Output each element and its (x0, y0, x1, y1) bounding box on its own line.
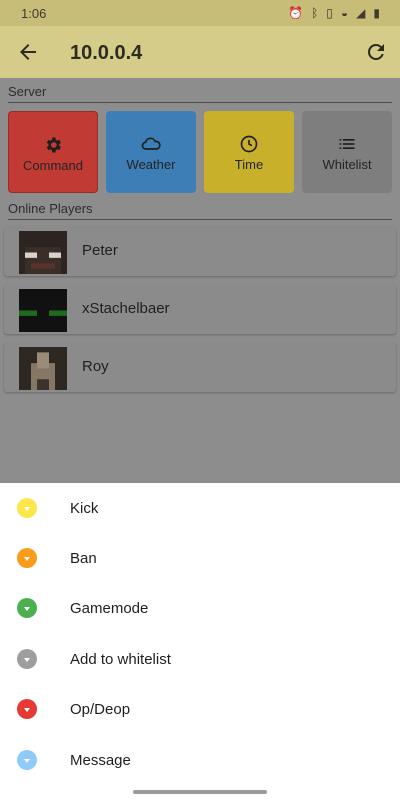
players-section-label: Online Players (8, 201, 93, 216)
op-deop-chevron-icon (17, 699, 37, 719)
arrow-back-icon[interactable] (16, 40, 40, 64)
status-icons: ⏰ ᛒ ▯ ◒ ◢ ▮ (288, 6, 380, 20)
player-avatar (19, 347, 67, 390)
player-avatar (19, 231, 67, 274)
message-label: Message (70, 752, 131, 769)
gear-icon (46, 137, 61, 153)
add-to-whitelist-label: Add to whitelist (70, 651, 171, 668)
whitelist-tile-label: Whitelist (322, 157, 372, 172)
command-tile-label: Command (23, 158, 83, 173)
player-row[interactable]: Roy (4, 343, 396, 392)
bluetooth-icon: ᛒ (311, 6, 319, 20)
wifi-icon: ◒ (340, 6, 349, 20)
refresh-icon[interactable] (364, 40, 388, 64)
list-icon (339, 139, 355, 149)
player-row[interactable]: xStachelbaer (4, 285, 396, 334)
signal-icon: ◢ (356, 6, 366, 20)
app-bar: 10.0.0.4 (0, 26, 400, 78)
player-name: Roy (82, 358, 109, 375)
alarm-icon: ⏰ (288, 6, 304, 20)
message-chevron-icon (17, 750, 37, 770)
whitelist-tile[interactable]: Whitelist (302, 111, 392, 193)
clock-icon (240, 135, 258, 153)
time-tile-label: Time (234, 157, 264, 172)
player-avatar (19, 289, 67, 332)
vibrate-icon: ▯ (326, 6, 333, 20)
player-actions-sheet: Kick Ban Gamemode Add to whitelist Op/De… (0, 483, 400, 800)
gamemode-action[interactable]: Gamemode (0, 583, 400, 633)
ban-label: Ban (70, 550, 97, 567)
whitelist-chevron-icon (17, 649, 37, 669)
kick-chevron-icon (17, 498, 37, 518)
op-deop-label: Op/Deop (70, 701, 131, 718)
command-tile[interactable]: Command (8, 111, 98, 193)
weather-tile-label: Weather (126, 157, 176, 172)
battery-icon: ▮ (373, 6, 380, 20)
server-section-label: Server (8, 84, 47, 99)
cloud-icon (141, 137, 161, 150)
ban-action[interactable]: Ban (0, 533, 400, 583)
kick-action[interactable]: Kick (0, 483, 400, 533)
time-tile[interactable]: Time (204, 111, 294, 193)
players-divider (8, 219, 392, 220)
weather-tile[interactable]: Weather (106, 111, 196, 193)
kick-label: Kick (70, 500, 99, 517)
op-deop-action[interactable]: Op/Deop (0, 684, 400, 734)
player-name: xStachelbaer (82, 300, 170, 317)
player-row[interactable]: Peter (4, 227, 396, 276)
server-divider (8, 102, 392, 103)
gesture-nav-handle[interactable] (133, 790, 267, 794)
page-title: 10.0.0.4 (70, 42, 143, 64)
ban-chevron-icon (17, 548, 37, 568)
status-time: 1:06 (21, 6, 47, 21)
add-to-whitelist-action[interactable]: Add to whitelist (0, 634, 400, 684)
player-name: Peter (82, 242, 118, 259)
gamemode-label: Gamemode (70, 600, 149, 617)
message-action[interactable]: Message (0, 735, 400, 785)
gamemode-chevron-icon (17, 598, 37, 618)
status-bar: 1:06 ⏰ ᛒ ▯ ◒ ◢ ▮ (0, 0, 400, 26)
